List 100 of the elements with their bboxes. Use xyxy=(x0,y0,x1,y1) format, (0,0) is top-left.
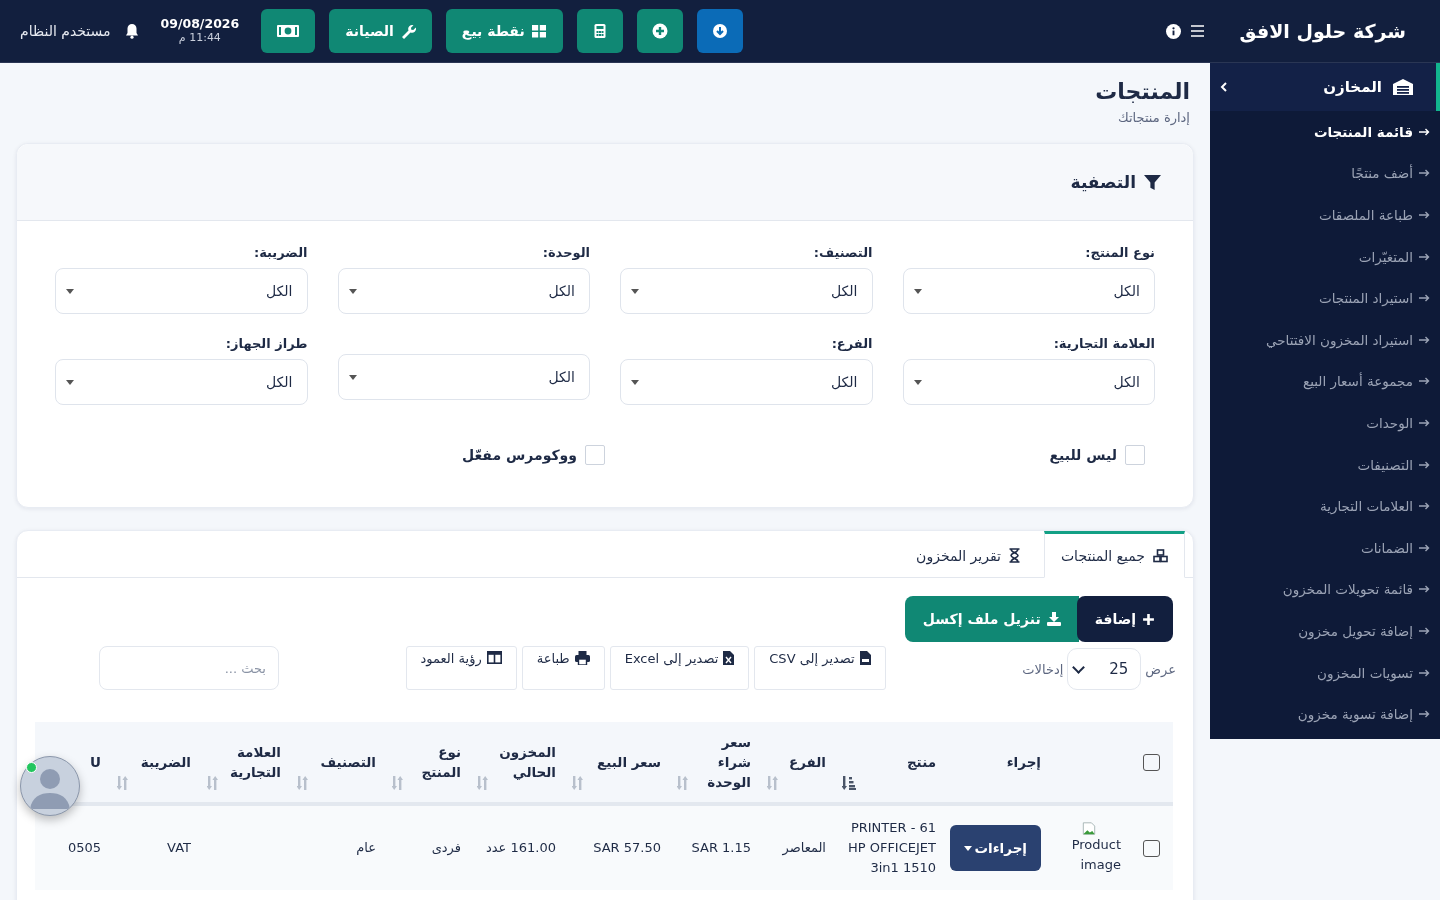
page-size-select[interactable]: 25 xyxy=(1067,648,1142,690)
search-field[interactable]: بحث ... xyxy=(99,646,279,690)
time-text: 11:44 م xyxy=(177,31,222,45)
csv-button[interactable]: تصدير إلى CSV xyxy=(754,646,886,690)
maintenance-button[interactable]: الصيانة xyxy=(329,9,432,53)
money-button[interactable] xyxy=(261,9,316,53)
print-button[interactable]: طباعة xyxy=(521,646,605,690)
select-field[interactable]: الكل xyxy=(620,359,873,405)
column-header[interactable]: سعر شراء الوحدة xyxy=(693,731,751,793)
company-name: شركة حلول الافق xyxy=(1238,20,1407,42)
arrow-icon xyxy=(1419,668,1430,677)
download-icon xyxy=(711,23,728,39)
tab[interactable]: جميع المنتجات xyxy=(1043,531,1185,578)
page-subtitle: إدارة منتجاتك xyxy=(1118,110,1190,125)
bell-icon[interactable] xyxy=(124,23,139,39)
sidebar-section[interactable]: المخازن xyxy=(1210,63,1440,111)
printer-icon xyxy=(574,651,590,665)
broken-image: Product image xyxy=(1057,822,1121,875)
sidebar-item[interactable]: الوحدات xyxy=(1210,402,1440,444)
field-label: التصنيف: xyxy=(812,245,873,260)
arrow-icon xyxy=(1419,626,1430,635)
select-field[interactable]: الكل xyxy=(55,268,308,314)
field-label: الفرع: xyxy=(830,336,873,351)
sidebar-item[interactable]: طباعة الملصقات xyxy=(1210,194,1440,236)
sidebar-item[interactable]: استيراد المنتجات xyxy=(1210,277,1440,319)
arrow-icon xyxy=(1419,377,1430,386)
select-field[interactable]: الكل xyxy=(902,268,1155,314)
select-field[interactable]: الكل xyxy=(337,354,590,400)
table-cell: VAT xyxy=(167,840,191,856)
table-cell: فردى xyxy=(431,840,461,856)
sidebar-item[interactable]: الضمانات xyxy=(1210,526,1440,569)
plus-icon xyxy=(651,23,668,39)
sidebar-item[interactable]: العلامات التجارية xyxy=(1210,485,1440,527)
arrow-icon xyxy=(1419,211,1430,219)
excel-button[interactable]: تصدير إلى Excel xyxy=(609,646,750,690)
table-cell: المعاصر xyxy=(782,840,826,856)
select-field[interactable]: الكل xyxy=(620,268,873,314)
field-label: العلامة التجارية: xyxy=(1052,336,1155,351)
plus-button[interactable] xyxy=(636,9,683,53)
column-header[interactable]: إجراء xyxy=(1006,751,1041,773)
banknote-icon xyxy=(276,23,301,39)
sidebar-item[interactable]: قائمة تحويلات المخزون xyxy=(1210,568,1440,611)
column-header[interactable]: الضريبة xyxy=(140,751,191,773)
arrow-icon xyxy=(1419,418,1430,427)
arrow-icon xyxy=(1419,127,1430,136)
arrow-icon xyxy=(1419,169,1430,178)
checkbox-label: ووكومرس مفعّل xyxy=(461,447,577,463)
tab[interactable]: تقرير المخزون xyxy=(892,531,1044,577)
download-icon xyxy=(1046,612,1061,626)
sort-icon[interactable] xyxy=(842,776,856,790)
sidebar-item[interactable]: مجموعة أسعار البيع xyxy=(1210,360,1440,403)
table-cell: PRINTER - 61 HP OFFICEJET 3in1 1510 xyxy=(847,820,936,876)
arrow-icon xyxy=(1419,502,1430,511)
calculator-button[interactable] xyxy=(576,9,623,53)
sidebar-item[interactable]: استيراد المخزون الافتتاحي xyxy=(1210,318,1440,361)
column-header[interactable]: الفرع xyxy=(788,751,826,773)
filter-title: التصفية xyxy=(1070,172,1136,192)
column-header[interactable]: U xyxy=(90,751,101,773)
sidebar-item[interactable]: أضف منتجًا xyxy=(1210,152,1440,195)
arrow-icon xyxy=(1419,543,1430,552)
info-icon[interactable] xyxy=(1166,23,1181,39)
select-field[interactable]: الكل xyxy=(55,359,308,405)
actions-button[interactable]: إجراءات xyxy=(949,825,1041,872)
column-header[interactable]: التصنيف xyxy=(320,751,376,773)
checkbox-label: ليس للبيع xyxy=(1049,447,1117,463)
field-label: الضريبة: xyxy=(253,245,308,260)
select-field[interactable]: الكل xyxy=(902,359,1155,405)
column-header[interactable]: نوع المنتج xyxy=(408,741,461,783)
add-button[interactable]: إضافة xyxy=(1076,596,1173,642)
select-field[interactable]: الكل xyxy=(337,268,590,314)
field-label: نوع المنتج: xyxy=(1084,245,1155,260)
boxes-icon xyxy=(1153,548,1168,563)
sidebar-item[interactable]: التصنيفات xyxy=(1210,443,1440,486)
field-label: طراز الجهاز: xyxy=(224,336,308,351)
warehouse-icon xyxy=(1392,78,1414,96)
plus-icon xyxy=(1142,612,1155,626)
column-header[interactable]: سعر البيع xyxy=(597,751,661,773)
download-excel-button[interactable]: تنزيل ملف إكسل xyxy=(904,596,1079,642)
page-title: المنتجات xyxy=(1095,79,1190,104)
length-label: عرض xyxy=(1145,661,1176,677)
checkbox[interactable] xyxy=(1142,839,1160,857)
user-name[interactable]: مستخدم النظام xyxy=(20,23,111,39)
table-cell: SAR 57.50 xyxy=(593,840,661,856)
download-button[interactable] xyxy=(696,9,743,53)
sidebar-item[interactable]: إضافة تحويل مخزون xyxy=(1210,610,1440,652)
filter-icon xyxy=(1144,173,1161,191)
checkbox[interactable] xyxy=(1142,753,1160,771)
sidebar-item[interactable]: تسويات المخزون xyxy=(1210,651,1440,694)
column-header[interactable]: منتج xyxy=(906,751,936,773)
sidebar-item[interactable]: إضافة تسوية مخزون xyxy=(1210,693,1440,735)
calculator-icon xyxy=(591,23,608,39)
column-header[interactable]: المخزون الحالي xyxy=(493,741,556,783)
sidebar-item[interactable]: المتغيّرات xyxy=(1210,235,1440,278)
sidebar-item[interactable]: قائمة المنتجات xyxy=(1210,111,1440,153)
columns-button[interactable]: رؤية العمود xyxy=(405,646,517,690)
pos-button[interactable]: نقطة بيع xyxy=(445,9,563,53)
column-header[interactable]: العلامة التجارية xyxy=(223,741,281,783)
menu-icon[interactable] xyxy=(1191,25,1204,37)
table-cell: 0505 xyxy=(67,840,101,856)
chevron-icon[interactable] xyxy=(1220,81,1228,93)
